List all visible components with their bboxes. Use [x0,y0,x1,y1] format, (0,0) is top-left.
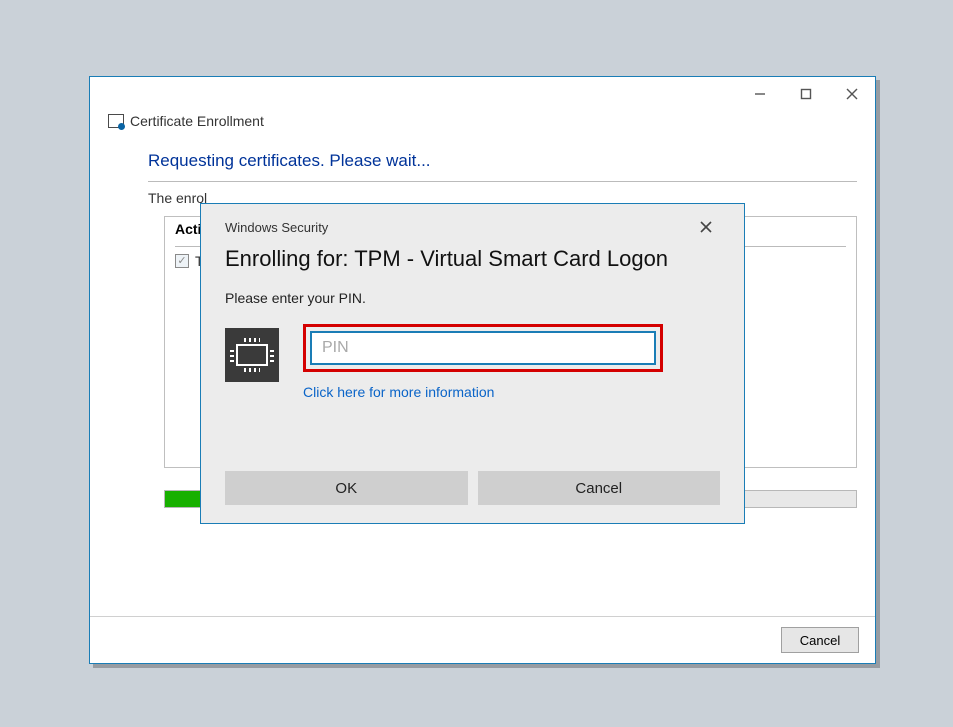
modal-heading: Enrolling for: TPM - Virtual Smart Card … [225,246,720,272]
heading-separator [148,181,857,182]
smartcard-chip-icon [225,328,279,382]
parent-footer: Cancel [90,616,875,663]
cancel-button[interactable]: Cancel [478,471,721,505]
requesting-heading: Requesting certificates. Please wait... [148,151,857,171]
certificate-icon [108,114,124,128]
ok-button[interactable]: OK [225,471,468,505]
minimize-button[interactable] [737,79,783,109]
more-info-link[interactable]: Click here for more information [303,384,720,400]
modal-titlebar: Windows Security [225,216,720,238]
maximize-button[interactable] [783,79,829,109]
pin-input[interactable] [310,331,656,365]
pin-highlight-box [303,324,663,372]
modal-instruction: Please enter your PIN. [225,290,720,306]
close-button[interactable] [829,79,875,109]
modal-close-button[interactable] [692,216,720,238]
parent-title: Certificate Enrollment [130,113,264,129]
modal-title: Windows Security [225,220,328,235]
parent-titlebar [90,77,875,111]
parent-title-row: Certificate Enrollment [108,111,857,151]
parent-cancel-button[interactable]: Cancel [781,627,859,653]
windows-security-dialog: Windows Security Enrolling for: TPM - Vi… [200,203,745,524]
template-checkbox[interactable]: ✓ [175,254,189,268]
